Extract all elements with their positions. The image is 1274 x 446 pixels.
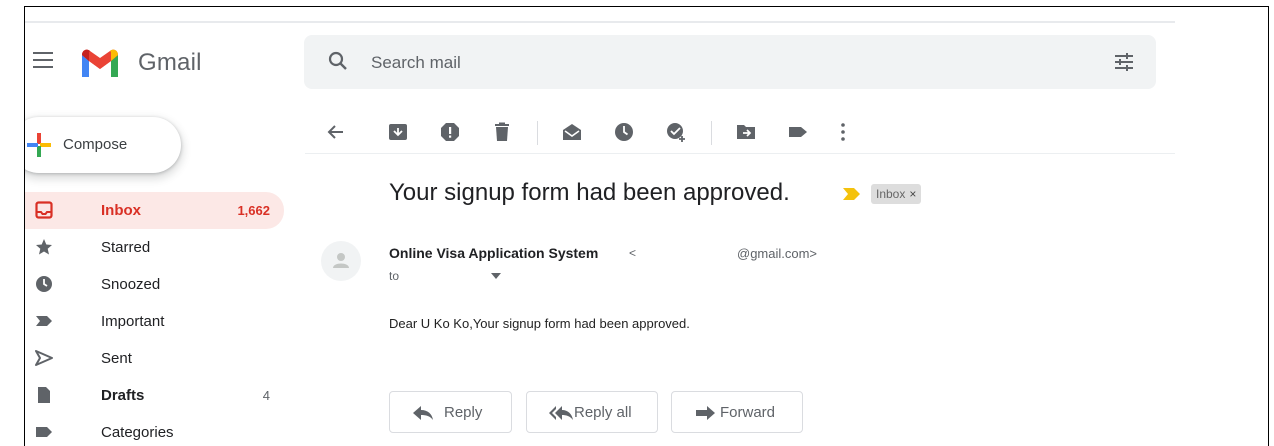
sidebar-item-starred[interactable]: Starred	[25, 229, 284, 266]
more-icon[interactable]	[837, 121, 849, 143]
gmail-window: Gmail Search mail Compose Inbox 1,662 St…	[24, 6, 1269, 446]
label-icon	[36, 427, 52, 437]
draft-icon	[38, 387, 50, 403]
sidebar-item-label: Snoozed	[101, 276, 161, 293]
important-icon	[36, 316, 52, 326]
search-options-icon[interactable]	[1112, 50, 1136, 74]
reply-all-label: Reply all	[574, 404, 632, 421]
person-icon	[333, 253, 349, 268]
sidebar-item-label: Drafts	[101, 387, 145, 404]
label-icon[interactable]	[787, 121, 809, 143]
archive-icon[interactable]	[387, 121, 409, 143]
clock-icon	[36, 276, 52, 292]
toolbar-separator	[711, 121, 712, 145]
forward-button[interactable]: Forward	[671, 391, 803, 433]
search-input[interactable]: Search mail	[371, 53, 461, 73]
reply-icon	[413, 406, 433, 420]
remove-label-button[interactable]: ×	[909, 187, 916, 201]
show-details-icon[interactable]	[491, 273, 501, 279]
compose-plus-icon	[27, 133, 51, 157]
email-body: Dear U Ko Ko,Your signup form had been a…	[389, 316, 690, 331]
toolbar-separator	[537, 121, 538, 145]
label-chip-text: Inbox	[876, 187, 906, 201]
sender-name[interactable]: Online Visa Application System	[389, 245, 598, 261]
sidebar-item-sent[interactable]: Sent	[25, 340, 284, 377]
gmail-brand-text[interactable]: Gmail	[138, 49, 202, 77]
reply-all-icon	[549, 406, 573, 420]
compose-label: Compose	[63, 136, 128, 153]
send-icon	[35, 350, 53, 366]
gmail-logo-icon[interactable]	[79, 47, 121, 79]
star-icon	[36, 239, 52, 255]
compose-button[interactable]: Compose	[25, 117, 181, 173]
inbox-icon	[35, 201, 53, 219]
sidebar-item-drafts[interactable]: Drafts 4	[25, 377, 284, 414]
message-toolbar	[325, 113, 1175, 153]
snooze-icon[interactable]	[613, 121, 635, 143]
delete-icon[interactable]	[491, 121, 513, 143]
sidebar-nav: Inbox 1,662 Starred Snoozed Important Se…	[25, 192, 285, 446]
toolbar-divider	[305, 153, 1175, 154]
unread-count: 1,662	[237, 203, 270, 218]
top-divider	[25, 21, 1175, 23]
sender-email-open: <	[629, 246, 637, 260]
inbox-label-chip: Inbox ×	[871, 184, 922, 204]
sender-email: @gmail.com>	[737, 246, 818, 261]
sidebar-item-label: Important	[101, 313, 165, 330]
search-bar[interactable]: Search mail	[304, 35, 1156, 89]
report-spam-icon[interactable]	[439, 121, 461, 143]
sidebar-item-label: Categories	[101, 424, 174, 441]
important-marker-icon[interactable]	[843, 188, 861, 200]
sidebar-item-label: Starred	[101, 239, 151, 256]
email-subject: Your signup form had been approved.	[389, 179, 790, 206]
reply-button[interactable]: Reply	[389, 391, 512, 433]
recipient-label: to	[389, 269, 400, 283]
sidebar-item-label: Inbox	[101, 202, 141, 219]
forward-label: Forward	[720, 404, 776, 421]
main-menu-icon[interactable]	[33, 52, 53, 68]
avatar[interactable]	[321, 241, 361, 281]
sidebar-item-inbox[interactable]: Inbox 1,662	[25, 192, 284, 229]
reply-label: Reply	[444, 404, 483, 421]
sidebar-item-important[interactable]: Important	[25, 303, 284, 340]
back-icon[interactable]	[325, 121, 347, 143]
move-to-icon[interactable]	[735, 121, 757, 143]
mark-unread-icon[interactable]	[561, 121, 583, 143]
drafts-count: 4	[262, 388, 270, 403]
sidebar-item-snoozed[interactable]: Snoozed	[25, 266, 284, 303]
forward-icon	[696, 406, 715, 420]
search-icon[interactable]	[326, 49, 350, 73]
reply-all-button[interactable]: Reply all	[526, 391, 658, 433]
sidebar-item-categories[interactable]: Categories	[25, 414, 284, 446]
add-to-tasks-icon[interactable]	[665, 121, 687, 143]
sidebar-item-label: Sent	[101, 350, 132, 367]
